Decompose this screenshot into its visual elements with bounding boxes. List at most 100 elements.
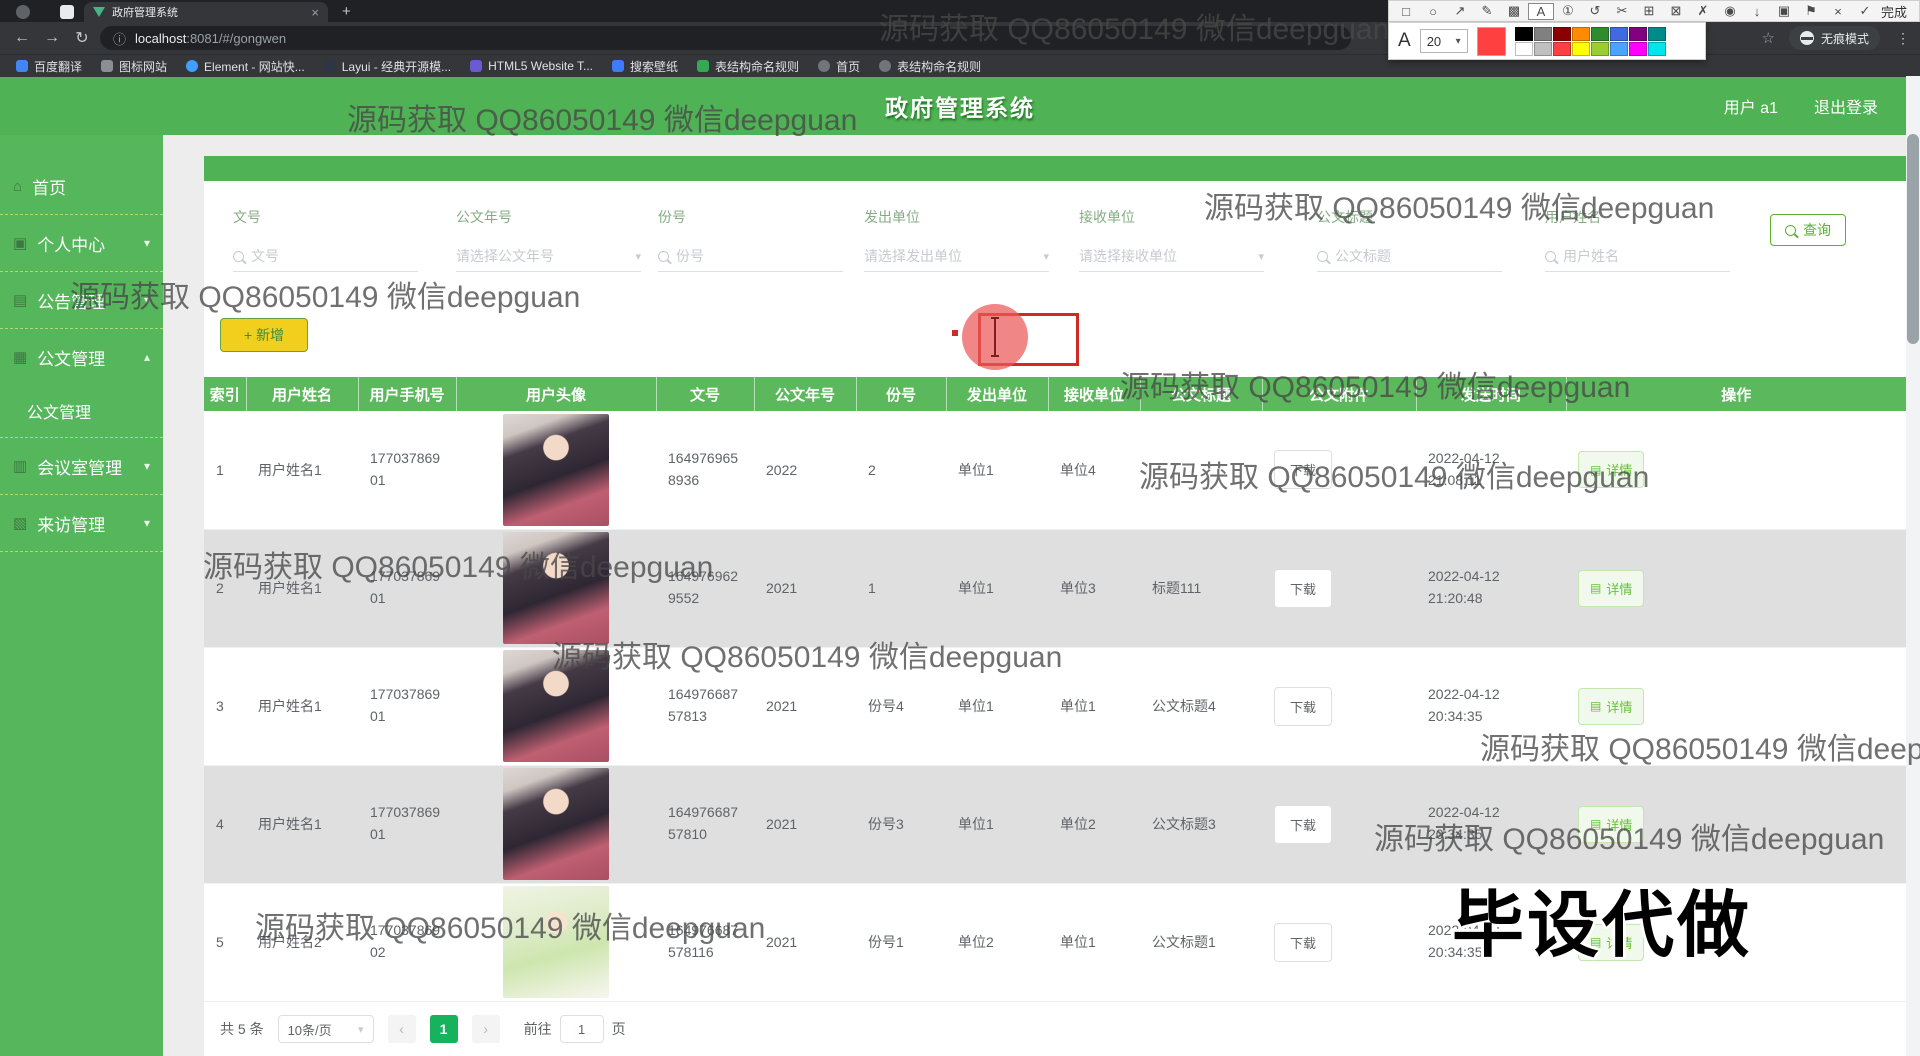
color-swatch[interactable] (1515, 42, 1533, 56)
font-size-select[interactable]: 20 ▾ (1420, 29, 1468, 53)
table-row: 1用户姓名117703786901164976965893620222单位1单位… (204, 411, 1906, 529)
download-icon[interactable]: ↓ (1744, 4, 1770, 19)
pin-icon[interactable]: ✗ (1690, 3, 1716, 19)
next-page-button[interactable]: › (472, 1015, 500, 1043)
tab-close-icon[interactable]: × (311, 5, 319, 20)
color-swatch[interactable] (1534, 27, 1552, 41)
sidebar-item-来访管理[interactable]: ▧来访管理▾ (0, 495, 163, 551)
scrollbar-thumb[interactable] (1907, 134, 1919, 344)
download-button[interactable]: 下载 (1274, 687, 1332, 726)
download-button[interactable]: 下载 (1274, 569, 1332, 608)
font-size-value: 20 (1427, 34, 1441, 49)
page-size-select[interactable]: 10条/页 ▾ (278, 1015, 374, 1043)
record-icon[interactable]: ◉ (1717, 3, 1743, 19)
color-swatch[interactable] (1572, 42, 1590, 56)
filter-select-receiver[interactable]: 请选择接收单位▾ (1079, 241, 1264, 272)
add-button[interactable]: + 新增 (220, 318, 308, 352)
current-color-swatch[interactable] (1477, 27, 1506, 56)
filter-input-fenhao[interactable]: 份号 (658, 241, 843, 272)
cell-username: 用户姓名1 (246, 765, 358, 883)
arrow-tool-icon[interactable]: ↗ (1447, 3, 1473, 19)
sidebar-item-个人中心[interactable]: ▣个人中心▾ (0, 215, 163, 271)
sidebar-item-会议室管理[interactable]: ▥会议室管理▾ (0, 438, 163, 494)
prev-page-button[interactable]: ‹ (388, 1015, 416, 1043)
color-swatch[interactable] (1610, 42, 1628, 56)
logout-link[interactable]: 退出登录 (1814, 94, 1878, 118)
sidebar-item-公告管理[interactable]: ▤公告管理▾ (0, 272, 163, 328)
browser-tab[interactable]: 政府管理系统 × (84, 2, 328, 22)
deselect-icon[interactable]: ⊠ (1663, 3, 1689, 19)
filter-input-title[interactable]: 公文标题 (1317, 241, 1502, 272)
detail-button[interactable]: ▤详情 (1578, 806, 1644, 843)
text-tool-icon[interactable]: A (1528, 3, 1554, 20)
search-button[interactable]: 查询 (1770, 214, 1846, 246)
color-swatch[interactable] (1591, 27, 1609, 41)
bookmark-item[interactable]: 表结构命名规则 (697, 58, 799, 75)
bookmark-item[interactable]: 搜索壁纸 (612, 58, 678, 75)
browser-profile-icon[interactable] (16, 5, 30, 19)
bookmark-star-icon[interactable]: ☆ (1762, 29, 1775, 47)
detail-button[interactable]: ▤详情 (1578, 688, 1644, 725)
new-tab-button[interactable]: + (342, 3, 351, 20)
pen-tool-icon[interactable]: ✎ (1474, 3, 1500, 19)
bookmark-item[interactable]: 图标网站 (101, 58, 167, 75)
confirm-icon[interactable]: ✓ (1852, 3, 1878, 19)
bookmark-item[interactable]: Element - 网站快... (186, 58, 305, 75)
bookmark-item[interactable]: 表结构命名规则 (879, 58, 981, 75)
cut-icon[interactable]: ✂ (1609, 3, 1635, 19)
back-button[interactable]: ← (10, 29, 34, 47)
goto-page-input[interactable]: 1 (560, 1015, 604, 1043)
download-button[interactable]: 下载 (1274, 923, 1332, 962)
ellipse-tool-icon[interactable]: ○ (1420, 4, 1446, 19)
cell-phone: 17703786901 (358, 647, 456, 765)
sidebar-item-首页[interactable]: ⌂首页 (0, 158, 163, 214)
color-swatch[interactable] (1591, 42, 1609, 56)
bookmark-item[interactable]: HTML5 Website T... (470, 59, 593, 73)
step-number-tool-icon[interactable]: ① (1555, 3, 1581, 19)
filter-input-wenhao[interactable]: 文号 (233, 241, 418, 272)
detail-button[interactable]: ▤详情 (1578, 570, 1644, 607)
color-swatch[interactable] (1648, 27, 1666, 41)
address-bar[interactable]: ⓘ localhost:8081/#/gongwen (100, 26, 1351, 50)
header-user[interactable]: 用户 a1 (1724, 94, 1778, 118)
color-swatch[interactable] (1534, 42, 1552, 56)
filter-input-username[interactable]: 用户姓名 (1545, 241, 1730, 272)
detail-button[interactable]: ▤详情 (1578, 451, 1644, 488)
chevron-down-icon: ▾ (1456, 36, 1461, 47)
detail-button[interactable]: ▤详情 (1578, 924, 1644, 961)
color-swatch[interactable] (1629, 27, 1647, 41)
color-swatch[interactable] (1515, 27, 1533, 41)
sidebar-subitem-公文管理[interactable]: 公文管理 (0, 385, 163, 437)
forward-button[interactable]: → (40, 29, 64, 47)
mosaic-tool-icon[interactable]: ▩ (1501, 3, 1527, 19)
current-page-button[interactable]: 1 (430, 1015, 458, 1043)
rect-tool-icon[interactable]: □ (1393, 4, 1419, 19)
download-button[interactable]: 下载 (1274, 450, 1332, 489)
bookmark-item[interactable]: Layui - 经典开源模... (324, 58, 451, 75)
sidebar-item-公文管理[interactable]: ▦公文管理▴ (0, 329, 163, 385)
color-swatch[interactable] (1553, 27, 1571, 41)
color-swatch[interactable] (1553, 42, 1571, 56)
undo-icon[interactable]: ↺ (1582, 3, 1608, 19)
browser-menu-icon[interactable]: ⋮ (1896, 30, 1910, 47)
scrollbar[interactable] (1906, 76, 1920, 1056)
globe-icon (879, 60, 891, 72)
bookmark-item[interactable]: 百度翻译 (16, 58, 82, 75)
color-swatch[interactable] (1629, 42, 1647, 56)
done-button[interactable]: 完成 (1881, 2, 1907, 21)
copy-icon[interactable]: ⊞ (1636, 3, 1662, 19)
cell-year: 2021 (754, 883, 856, 1001)
download-button[interactable]: 下载 (1274, 805, 1332, 844)
flag-icon[interactable]: ⚑ (1798, 3, 1824, 19)
save-icon[interactable]: ▣ (1771, 3, 1797, 19)
filter-select-sender[interactable]: 请选择发出单位▾ (864, 241, 1049, 272)
color-swatch[interactable] (1610, 27, 1628, 41)
reload-button[interactable]: ↻ (70, 28, 94, 48)
color-swatch[interactable] (1648, 42, 1666, 56)
bookmark-item[interactable]: 首页 (818, 58, 860, 75)
site-info-icon[interactable]: ⓘ (113, 29, 126, 48)
color-swatch[interactable] (1572, 27, 1590, 41)
filter-select-nianhao[interactable]: 请选择公文年号▾ (456, 241, 641, 272)
close-icon[interactable]: × (1825, 4, 1851, 19)
pinned-tab-icon[interactable] (60, 5, 74, 19)
